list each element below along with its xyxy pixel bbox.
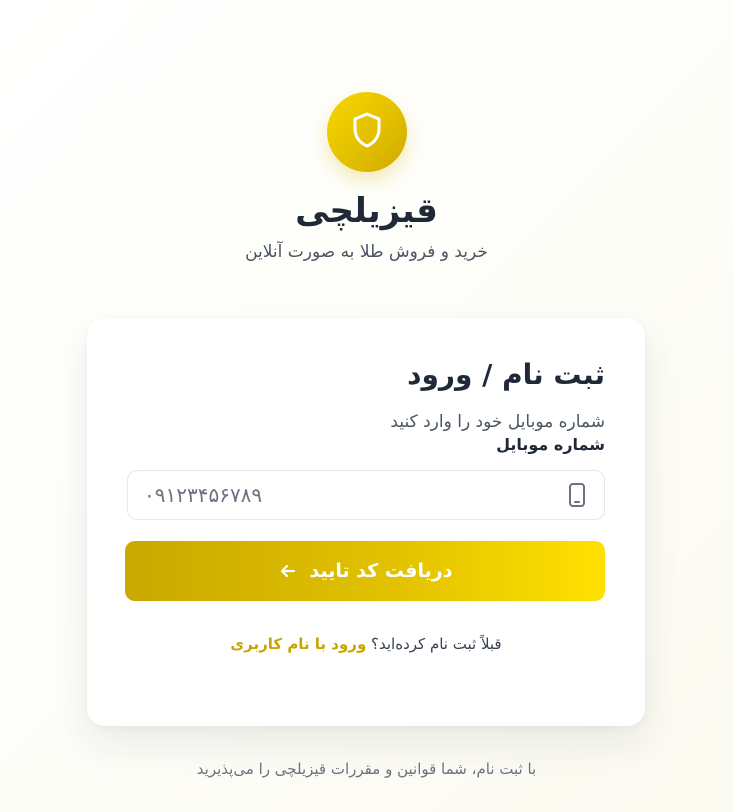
form-subtitle: شماره موبایل خود را وارد کنید [390,412,605,432]
mobile-label: شماره موبایل [496,435,605,454]
login-with-username-link[interactable]: ورود با نام کاربری [230,635,366,653]
get-verification-code-button[interactable]: دریافت کد تایید [125,541,605,601]
form-title: ثبت نام / ورود [407,358,605,391]
brand-logo [326,92,407,172]
mobile-input-container[interactable] [127,470,605,520]
brand-tagline: خرید و فروش طلا به صورت آنلاین [245,242,488,262]
submit-button-label: دریافت کد تایید [309,560,453,582]
login-prompt: قبلاً ثبت نام کرده‌اید؟ ورود با نام کارب… [127,633,605,655]
brand-title: قیزیلچی [295,191,438,231]
shield-icon [350,111,384,153]
auth-card: ثبت نام / ورود شماره موبایل خود را وارد … [87,318,645,726]
mobile-phone-icon [566,481,588,509]
already-registered-text: قبلاً ثبت نام کرده‌اید؟ [371,635,502,653]
brand-header: قیزیلچی خرید و فروش طلا به صورت آنلاین [0,92,733,264]
arrow-icon [278,561,298,581]
mobile-input[interactable] [144,483,524,507]
terms-notice: با ثبت نام، شما قوانین و مقررات قیزیلچی … [196,760,537,778]
